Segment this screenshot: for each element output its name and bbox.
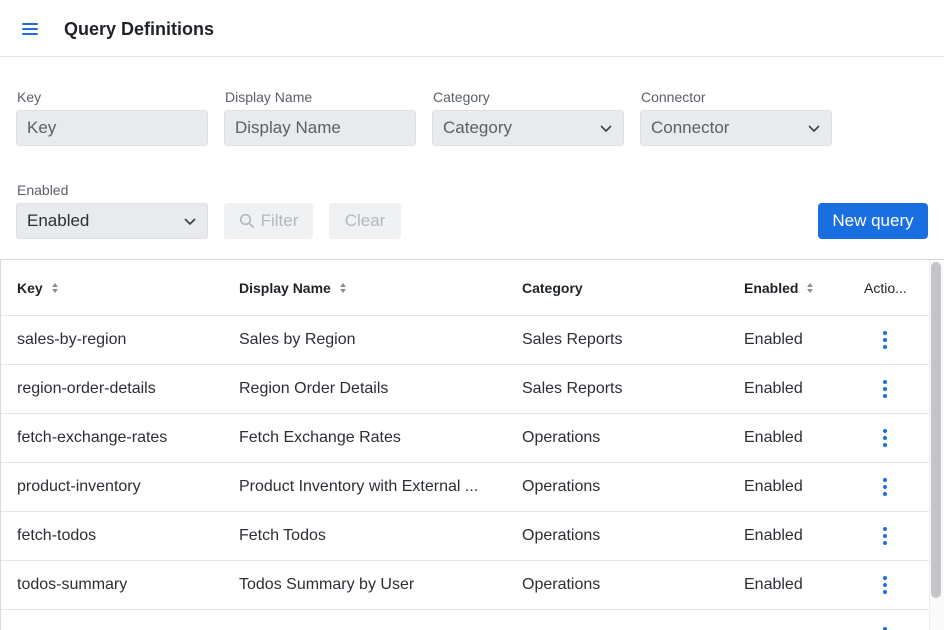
table-row[interactable]: product-inventory Product Inventory with… — [1, 463, 929, 512]
cell-display-name: Product Inventory with External ... — [239, 478, 479, 495]
key-filter-label: Key — [17, 89, 42, 105]
cell-key: fetch-exchange-rates — [17, 429, 168, 446]
page-title: Query Definitions — [64, 19, 215, 39]
column-header-key[interactable]: Key — [17, 260, 59, 316]
cell-key: region-order-details — [17, 380, 156, 397]
chevron-down-icon — [600, 125, 612, 133]
display-name-filter-input[interactable]: Display Name — [224, 110, 416, 146]
column-header-label: Category — [522, 280, 583, 296]
cell-display-name: Sales by Region — [239, 331, 356, 348]
sort-icon — [339, 283, 346, 293]
cell-display-name: Region Order Details — [239, 380, 389, 397]
query-table: Key Display Name Category Enabled Actio.… — [0, 259, 944, 630]
table-row[interactable]: sales-by-region Sales by Region Sales Re… — [1, 316, 929, 365]
app-header: Query Definitions — [0, 0, 944, 57]
column-header-label: Display Name — [239, 280, 331, 296]
table-scrollbar-thumb[interactable] — [931, 262, 941, 598]
more-actions-icon[interactable] — [875, 624, 895, 630]
connector-filter-label: Connector — [641, 89, 706, 105]
cell-display-name: Todos Summary by User — [239, 576, 415, 593]
cell-enabled: Enabled — [744, 527, 803, 544]
table-row[interactable]: fetch-exchange-rates Fetch Exchange Rate… — [1, 414, 929, 463]
connector-select-value: Connector — [651, 118, 730, 137]
enabled-select-value: Enabled — [27, 211, 90, 230]
display-name-filter-label: Display Name — [225, 89, 313, 105]
chevron-down-icon — [184, 218, 196, 226]
chevron-down-icon — [808, 125, 820, 133]
cell-category: Operations — [522, 527, 601, 544]
column-header-label: Enabled — [744, 280, 799, 296]
cell-key: sales-by-region — [17, 331, 127, 348]
column-header-category: Category — [522, 260, 583, 316]
cell-key: fetch-todos — [17, 527, 97, 544]
hamburger-menu-icon[interactable] — [14, 14, 46, 44]
cell-enabled: Enabled — [744, 380, 803, 397]
more-actions-icon[interactable] — [875, 573, 895, 597]
cell-enabled: Enabled — [744, 429, 803, 446]
new-query-button[interactable]: New query — [818, 203, 928, 239]
sort-icon — [51, 283, 58, 293]
column-header-actions: Actio... — [864, 260, 907, 316]
search-icon — [239, 213, 254, 229]
clear-button[interactable]: Clear — [329, 203, 401, 239]
column-header-label: Key — [17, 280, 43, 296]
column-header-display-name[interactable]: Display Name — [239, 260, 347, 316]
cell-key: product-inventory — [17, 478, 141, 495]
more-actions-icon[interactable] — [875, 377, 895, 401]
enabled-filter-label: Enabled — [17, 182, 69, 198]
category-filter-select[interactable]: Category — [432, 110, 624, 146]
filter-button-label: Filter — [260, 211, 299, 230]
cell-display-name: Fetch Exchange Rates — [239, 429, 401, 446]
column-header-label: Actio... — [864, 280, 907, 296]
cell-category: Sales Reports — [522, 331, 623, 348]
column-header-enabled[interactable]: Enabled — [744, 260, 814, 316]
key-filter-input[interactable]: Key — [16, 110, 208, 146]
connector-filter-select[interactable]: Connector — [640, 110, 832, 146]
more-actions-icon[interactable] — [875, 475, 895, 499]
table-header: Key Display Name Category Enabled Actio.… — [1, 260, 929, 316]
sort-icon — [807, 283, 814, 293]
enabled-filter-select[interactable]: Enabled — [16, 203, 208, 239]
category-select-value: Category — [443, 118, 512, 137]
cell-category: Operations — [522, 576, 601, 593]
cell-category: Sales Reports — [522, 380, 623, 397]
cell-category: Operations — [522, 429, 601, 446]
table-row[interactable]: region-order-details Region Order Detail… — [1, 365, 929, 414]
cell-category: Operations — [522, 478, 601, 495]
table-row-partial[interactable] — [1, 610, 929, 630]
cell-enabled: Enabled — [744, 478, 803, 495]
filter-button[interactable]: Filter — [224, 203, 313, 239]
cell-key: todos-summary — [17, 576, 128, 593]
cell-display-name: Fetch Todos — [239, 527, 326, 544]
category-filter-label: Category — [433, 89, 490, 105]
more-actions-icon[interactable] — [875, 524, 895, 548]
cell-enabled: Enabled — [744, 576, 803, 593]
table-row[interactable]: todos-summary Todos Summary by User Oper… — [1, 561, 929, 610]
table-row[interactable]: fetch-todos Fetch Todos Operations Enabl… — [1, 512, 929, 561]
more-actions-icon[interactable] — [875, 328, 895, 352]
cell-enabled: Enabled — [744, 331, 803, 348]
more-actions-icon[interactable] — [875, 426, 895, 450]
